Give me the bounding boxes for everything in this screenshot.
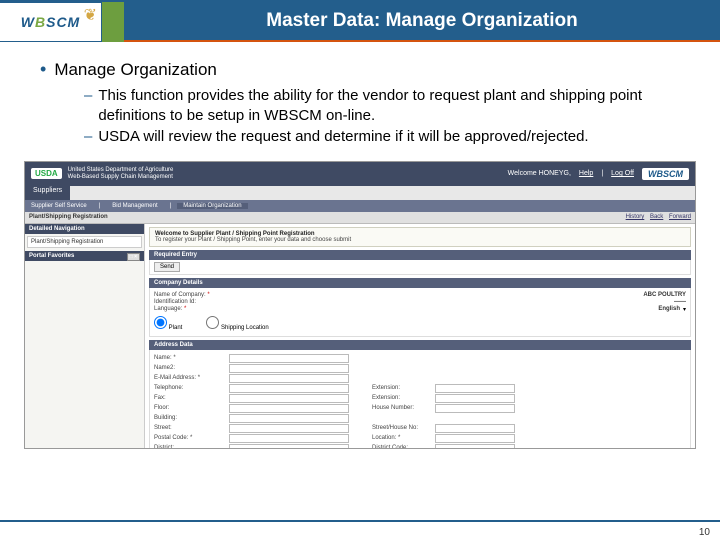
input-fax[interactable] xyxy=(229,394,349,403)
page-subtitle-bar: Plant/Shipping Registration History Back… xyxy=(25,212,695,224)
label-district: District: xyxy=(154,445,226,449)
address-form: Name: * Name2: E-Mail Address: * Telepho… xyxy=(149,350,691,449)
input-district2[interactable] xyxy=(435,444,515,449)
radio-shipping[interactable] xyxy=(206,316,219,329)
label-postal: Postal Code: * xyxy=(154,435,226,441)
label-company-name: Name of Company: * xyxy=(154,292,226,298)
wbscm-mini-logo: WBSCM xyxy=(642,168,689,180)
crumb-1[interactable]: Supplier Self Service xyxy=(25,203,93,209)
label-street: Street: xyxy=(154,425,226,431)
embedded-screenshot: USDA United States Department of Agricul… xyxy=(24,161,696,449)
label-fax: Fax: xyxy=(154,395,226,401)
input-postal[interactable] xyxy=(229,434,349,443)
green-accent xyxy=(102,2,124,42)
label-ext: Extension: xyxy=(372,385,432,391)
sub-bullet-1: This function provides the ability for t… xyxy=(98,86,690,125)
input-telephone[interactable] xyxy=(229,384,349,393)
value-company-name: ABC POULTRY xyxy=(643,292,686,298)
label-radio-shipping: Shipping Location xyxy=(221,325,269,331)
slide-title: Master Data: Manage Organization xyxy=(124,2,720,42)
label-name2: Name2: xyxy=(154,365,226,371)
sidebar: Detailed Navigation Plant/Shipping Regis… xyxy=(25,224,145,449)
label-floor: Floor: xyxy=(154,405,226,411)
input-street[interactable] xyxy=(229,424,349,433)
input-ext[interactable] xyxy=(435,384,515,393)
main-pane: Welcome to Supplier Plant / Shipping Poi… xyxy=(145,224,695,449)
sidebar-favorites-header: Portal Favorites □ × xyxy=(25,251,144,261)
label-location: Location: * xyxy=(372,435,432,441)
tab-suppliers[interactable]: Suppliers xyxy=(25,186,70,200)
logo-w: W xyxy=(21,14,35,30)
label-radio-plant: Plant xyxy=(169,325,183,331)
welcome-box: Welcome to Supplier Plant / Shipping Poi… xyxy=(149,227,691,247)
label-building: Building: xyxy=(154,415,226,421)
input-location[interactable] xyxy=(435,434,515,443)
input-name2[interactable] xyxy=(229,364,349,373)
input-building[interactable] xyxy=(229,414,349,423)
address-section-header: Address Data xyxy=(149,340,691,350)
tab-row: Suppliers xyxy=(25,186,695,200)
forward-link[interactable]: Forward xyxy=(669,214,691,220)
logo-rest: SCM xyxy=(46,14,80,30)
usda-line2: Web-Based Supply Chain Management xyxy=(68,174,174,181)
input-house[interactable] xyxy=(435,404,515,413)
crumb-2[interactable]: Bid Management xyxy=(106,203,163,209)
footer-rule xyxy=(0,520,720,522)
label-street2: Street/House No: xyxy=(372,425,432,431)
sub-bullet-2: USDA will review the request and determi… xyxy=(98,127,588,147)
help-link[interactable]: Help xyxy=(579,170,593,177)
label-language: Language: * xyxy=(154,306,226,312)
input-street2[interactable] xyxy=(435,424,515,433)
breadcrumb: Supplier Self Service | Bid Management |… xyxy=(25,200,695,212)
label-name: Name: * xyxy=(154,355,226,361)
wbscm-logo: WBSCM ❦ xyxy=(0,2,102,42)
bullet-icon: • xyxy=(40,60,46,80)
welcome-user: Welcome HONEYG, xyxy=(508,170,571,177)
input-ext2[interactable] xyxy=(435,394,515,403)
usda-line1: United States Department of Agriculture xyxy=(68,167,174,174)
dash-icon: – xyxy=(84,86,92,125)
value-language: English xyxy=(658,306,680,312)
dash-icon: – xyxy=(84,127,92,147)
sidebar-fav-label: Portal Favorites xyxy=(29,253,74,259)
wheat-icon: ❦ xyxy=(84,5,97,25)
sidebar-header: Detailed Navigation xyxy=(25,224,144,234)
back-link[interactable]: Back xyxy=(650,214,663,220)
radio-plant[interactable] xyxy=(154,316,167,329)
company-form: Name of Company: * ABC POULTRY Identifica… xyxy=(149,288,691,337)
usda-header: USDA United States Department of Agricul… xyxy=(25,162,695,186)
logo-b: B xyxy=(35,14,46,30)
label-id: Identification Id: xyxy=(154,299,226,305)
sidebar-collapse-icon[interactable]: □ × xyxy=(127,253,140,261)
reg-title: Plant/Shipping Registration xyxy=(29,214,108,220)
label-ext2: Extension: xyxy=(372,395,432,401)
page-number: 10 xyxy=(699,527,710,538)
label-house: House Number: xyxy=(372,405,432,411)
company-section-header: Company Details xyxy=(149,278,691,288)
crumb-3[interactable]: Maintain Organization xyxy=(177,203,247,209)
header-strip: WBSCM ❦ Master Data: Manage Organization xyxy=(0,2,720,42)
input-name[interactable] xyxy=(229,354,349,363)
history-link[interactable]: History xyxy=(626,214,645,220)
value-id: —— xyxy=(674,299,686,305)
input-email[interactable] xyxy=(229,374,349,383)
sidebar-item-registration[interactable]: Plant/Shipping Registration xyxy=(27,236,142,248)
usda-logo: USDA xyxy=(31,168,62,179)
bullet-content: • Manage Organization – This function pr… xyxy=(0,42,720,155)
label-district2: District Code: xyxy=(372,445,432,449)
label-telephone: Telephone: xyxy=(154,385,226,391)
input-district[interactable] xyxy=(229,444,349,449)
logoff-link[interactable]: Log Off xyxy=(611,170,634,177)
label-email: E-Mail Address: * xyxy=(154,375,226,381)
input-floor[interactable] xyxy=(229,404,349,413)
bullet-main-text: Manage Organization xyxy=(54,60,217,80)
welcome-sub: To register your Plant / Shipping Point,… xyxy=(155,237,685,243)
send-button[interactable]: Send xyxy=(154,262,180,272)
required-entry-bar: Required Entry xyxy=(149,250,691,260)
